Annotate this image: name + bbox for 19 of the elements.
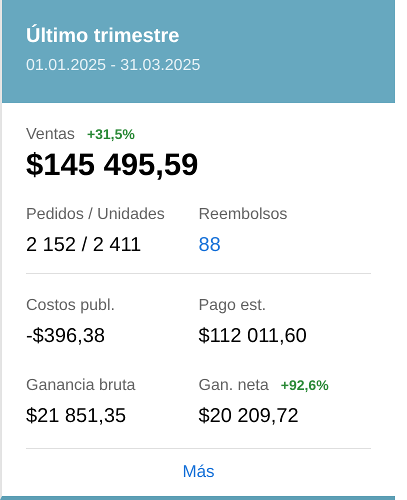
date-range: 01.01.2025 - 31.03.2025 [26, 56, 202, 76]
metric-value: $112 011,60 [198, 324, 308, 348]
metric-label: Gan. neta [198, 376, 269, 396]
header-title: Último trimestre [26, 24, 180, 48]
metric-label: Ganancia bruta [26, 376, 136, 396]
change-percent: +92,6% [280, 376, 329, 395]
refunds-link[interactable]: 88 [198, 233, 221, 257]
change-percent: +31,5% [86, 125, 135, 144]
metric-label: Ventas [26, 125, 75, 145]
metric-value: 2 152 / 2 411 [26, 233, 142, 257]
metric-value: $21 851,35 [26, 404, 128, 428]
metric-value: $145 495,59 [26, 147, 200, 183]
metric-label: Pedidos / Unidades [26, 205, 165, 225]
metric-value: -$396,38 [26, 324, 106, 348]
more-link[interactable]: Más [182, 459, 215, 484]
metric-value: $20 209,72 [198, 404, 300, 428]
metric-label: Costos publ. [26, 296, 115, 316]
metric-label: Pago est. [198, 296, 266, 316]
metric-label: Reembolsos [198, 205, 288, 225]
